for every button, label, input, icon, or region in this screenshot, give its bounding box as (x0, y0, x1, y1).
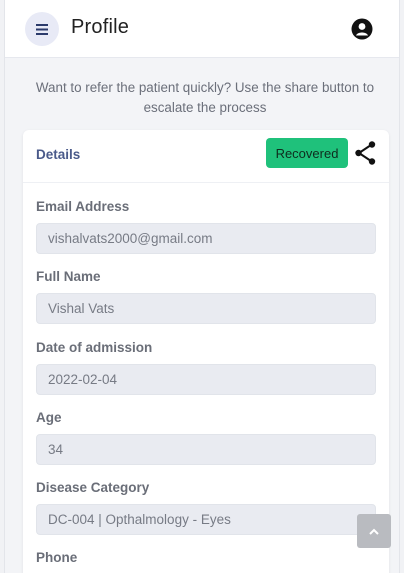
top-header: Profile (5, 0, 399, 58)
full-name-label: Full Name (36, 269, 101, 284)
share-icon[interactable] (354, 140, 378, 166)
menu-button[interactable] (25, 12, 59, 46)
card-title: Details (36, 147, 81, 162)
card-header: Details Recovered (23, 130, 389, 183)
app-frame: Profile Want to refer the patient quickl… (4, 0, 400, 573)
chevron-up-icon (369, 528, 379, 535)
age-label: Age (36, 410, 62, 425)
full-name-field[interactable]: Vishal Vats (36, 293, 376, 324)
page-title: Profile (71, 16, 130, 38)
email-field[interactable]: vishalvats2000@gmail.com (36, 223, 376, 254)
disease-category-label: Disease Category (36, 480, 150, 495)
admission-date-field[interactable]: 2022-02-04 (36, 364, 376, 395)
email-label: Email Address (36, 199, 130, 214)
status-badge[interactable]: Recovered (266, 138, 348, 168)
user-circle-icon[interactable] (351, 18, 373, 40)
age-field[interactable]: 34 (36, 434, 376, 465)
scroll-to-top-button[interactable] (357, 514, 391, 548)
details-card: Details Recovered Email Address vishalva… (23, 130, 389, 573)
admission-date-label: Date of admission (36, 340, 153, 355)
disease-category-field[interactable]: DC-004 | Opthalmology - Eyes (36, 504, 376, 535)
share-hint-text: Want to refer the patient quickly? Use t… (35, 80, 375, 115)
hamburger-icon (36, 23, 48, 35)
phone-label: Phone (36, 550, 78, 565)
